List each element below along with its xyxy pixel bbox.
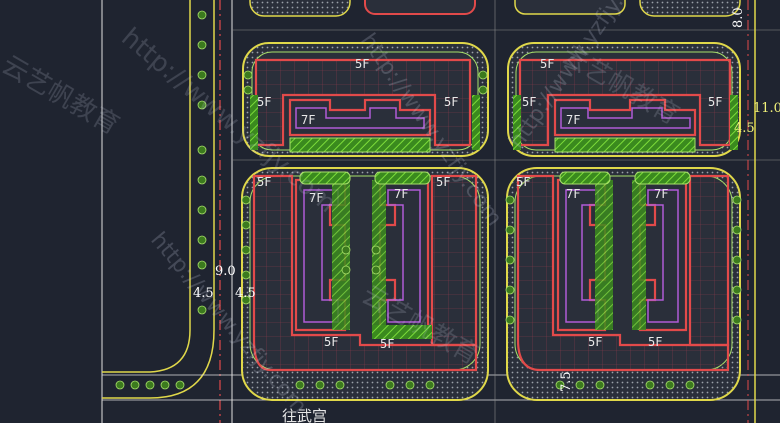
dim-right-side-a: 11.0 <box>753 101 780 116</box>
block-bottom-right[interactable] <box>505 167 742 401</box>
floor-label: 5F <box>588 335 602 349</box>
floor-label: 7F <box>654 187 668 201</box>
floor-label: 5F <box>516 175 530 189</box>
floor-label: 5F <box>708 95 722 109</box>
floor-label: 7F <box>394 187 408 201</box>
floor-label: 5F <box>540 57 554 71</box>
dim-bottom-mid: 7.5 <box>559 371 574 392</box>
floor-label: 5F <box>648 335 662 349</box>
cad-drawing-canvas[interactable]: 5F 5F 5F 7F 5F 5F 5F 7F 5F 7F 7F 5F 5F 5… <box>0 0 780 423</box>
floor-label: 7F <box>566 113 580 127</box>
floor-label: 7F <box>301 113 315 127</box>
floor-label: 5F <box>444 95 458 109</box>
floor-label: 5F <box>436 175 450 189</box>
floor-label: 5F <box>324 335 338 349</box>
dim-right-side-b: 4.5 <box>734 121 755 136</box>
floor-label: 5F <box>257 175 271 189</box>
dim-road-width: 9.0 <box>215 264 236 279</box>
floor-label: 5F <box>257 95 271 109</box>
floor-label: 5F <box>380 337 394 351</box>
floor-label: 7F <box>566 187 580 201</box>
dim-right-offset: 4.5 <box>235 286 256 301</box>
dim-top-right: 8.0 <box>731 7 746 28</box>
